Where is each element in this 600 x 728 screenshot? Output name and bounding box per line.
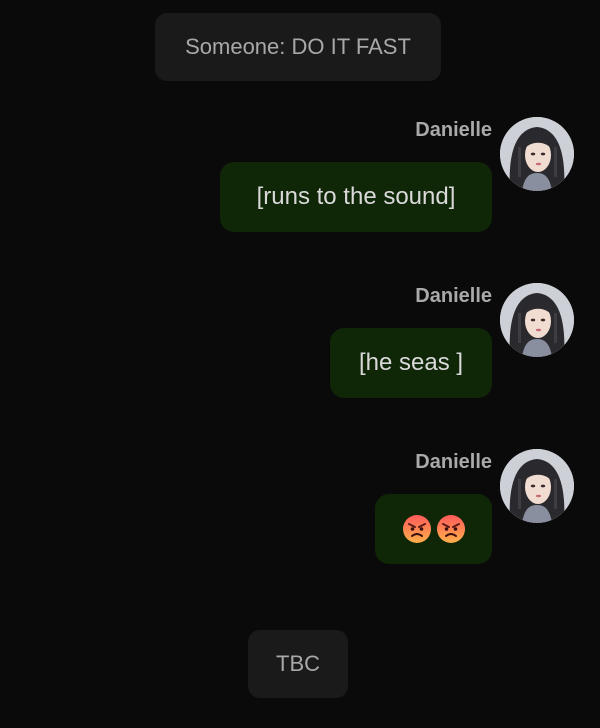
angry-face-icon <box>436 515 465 543</box>
sender-name: Danielle <box>415 285 492 307</box>
sender-name: Danielle <box>415 451 492 473</box>
sender-name: Danielle <box>415 119 492 141</box>
message-text: [he seas ] <box>358 349 464 376</box>
avatar-portrait-icon <box>500 283 574 357</box>
message-bubble[interactable]: [runs to the sound] <box>220 162 492 232</box>
message-text <box>400 514 468 544</box>
message-bubble[interactable]: [he seas ] <box>330 328 492 398</box>
avatar[interactable] <box>500 449 574 523</box>
system-message: Someone: DO IT FAST <box>155 13 441 81</box>
avatar-portrait-icon <box>500 449 574 523</box>
system-message: TBC <box>248 630 348 698</box>
avatar-portrait-icon <box>500 117 574 191</box>
angry-face-icon <box>402 515 431 543</box>
avatar[interactable] <box>500 283 574 357</box>
system-message-text: Someone: DO IT FAST <box>185 34 411 59</box>
avatar[interactable] <box>500 117 574 191</box>
system-message-text: TBC <box>276 651 320 676</box>
message-text: [runs to the sound] <box>256 183 456 210</box>
message-bubble[interactable] <box>375 494 492 564</box>
